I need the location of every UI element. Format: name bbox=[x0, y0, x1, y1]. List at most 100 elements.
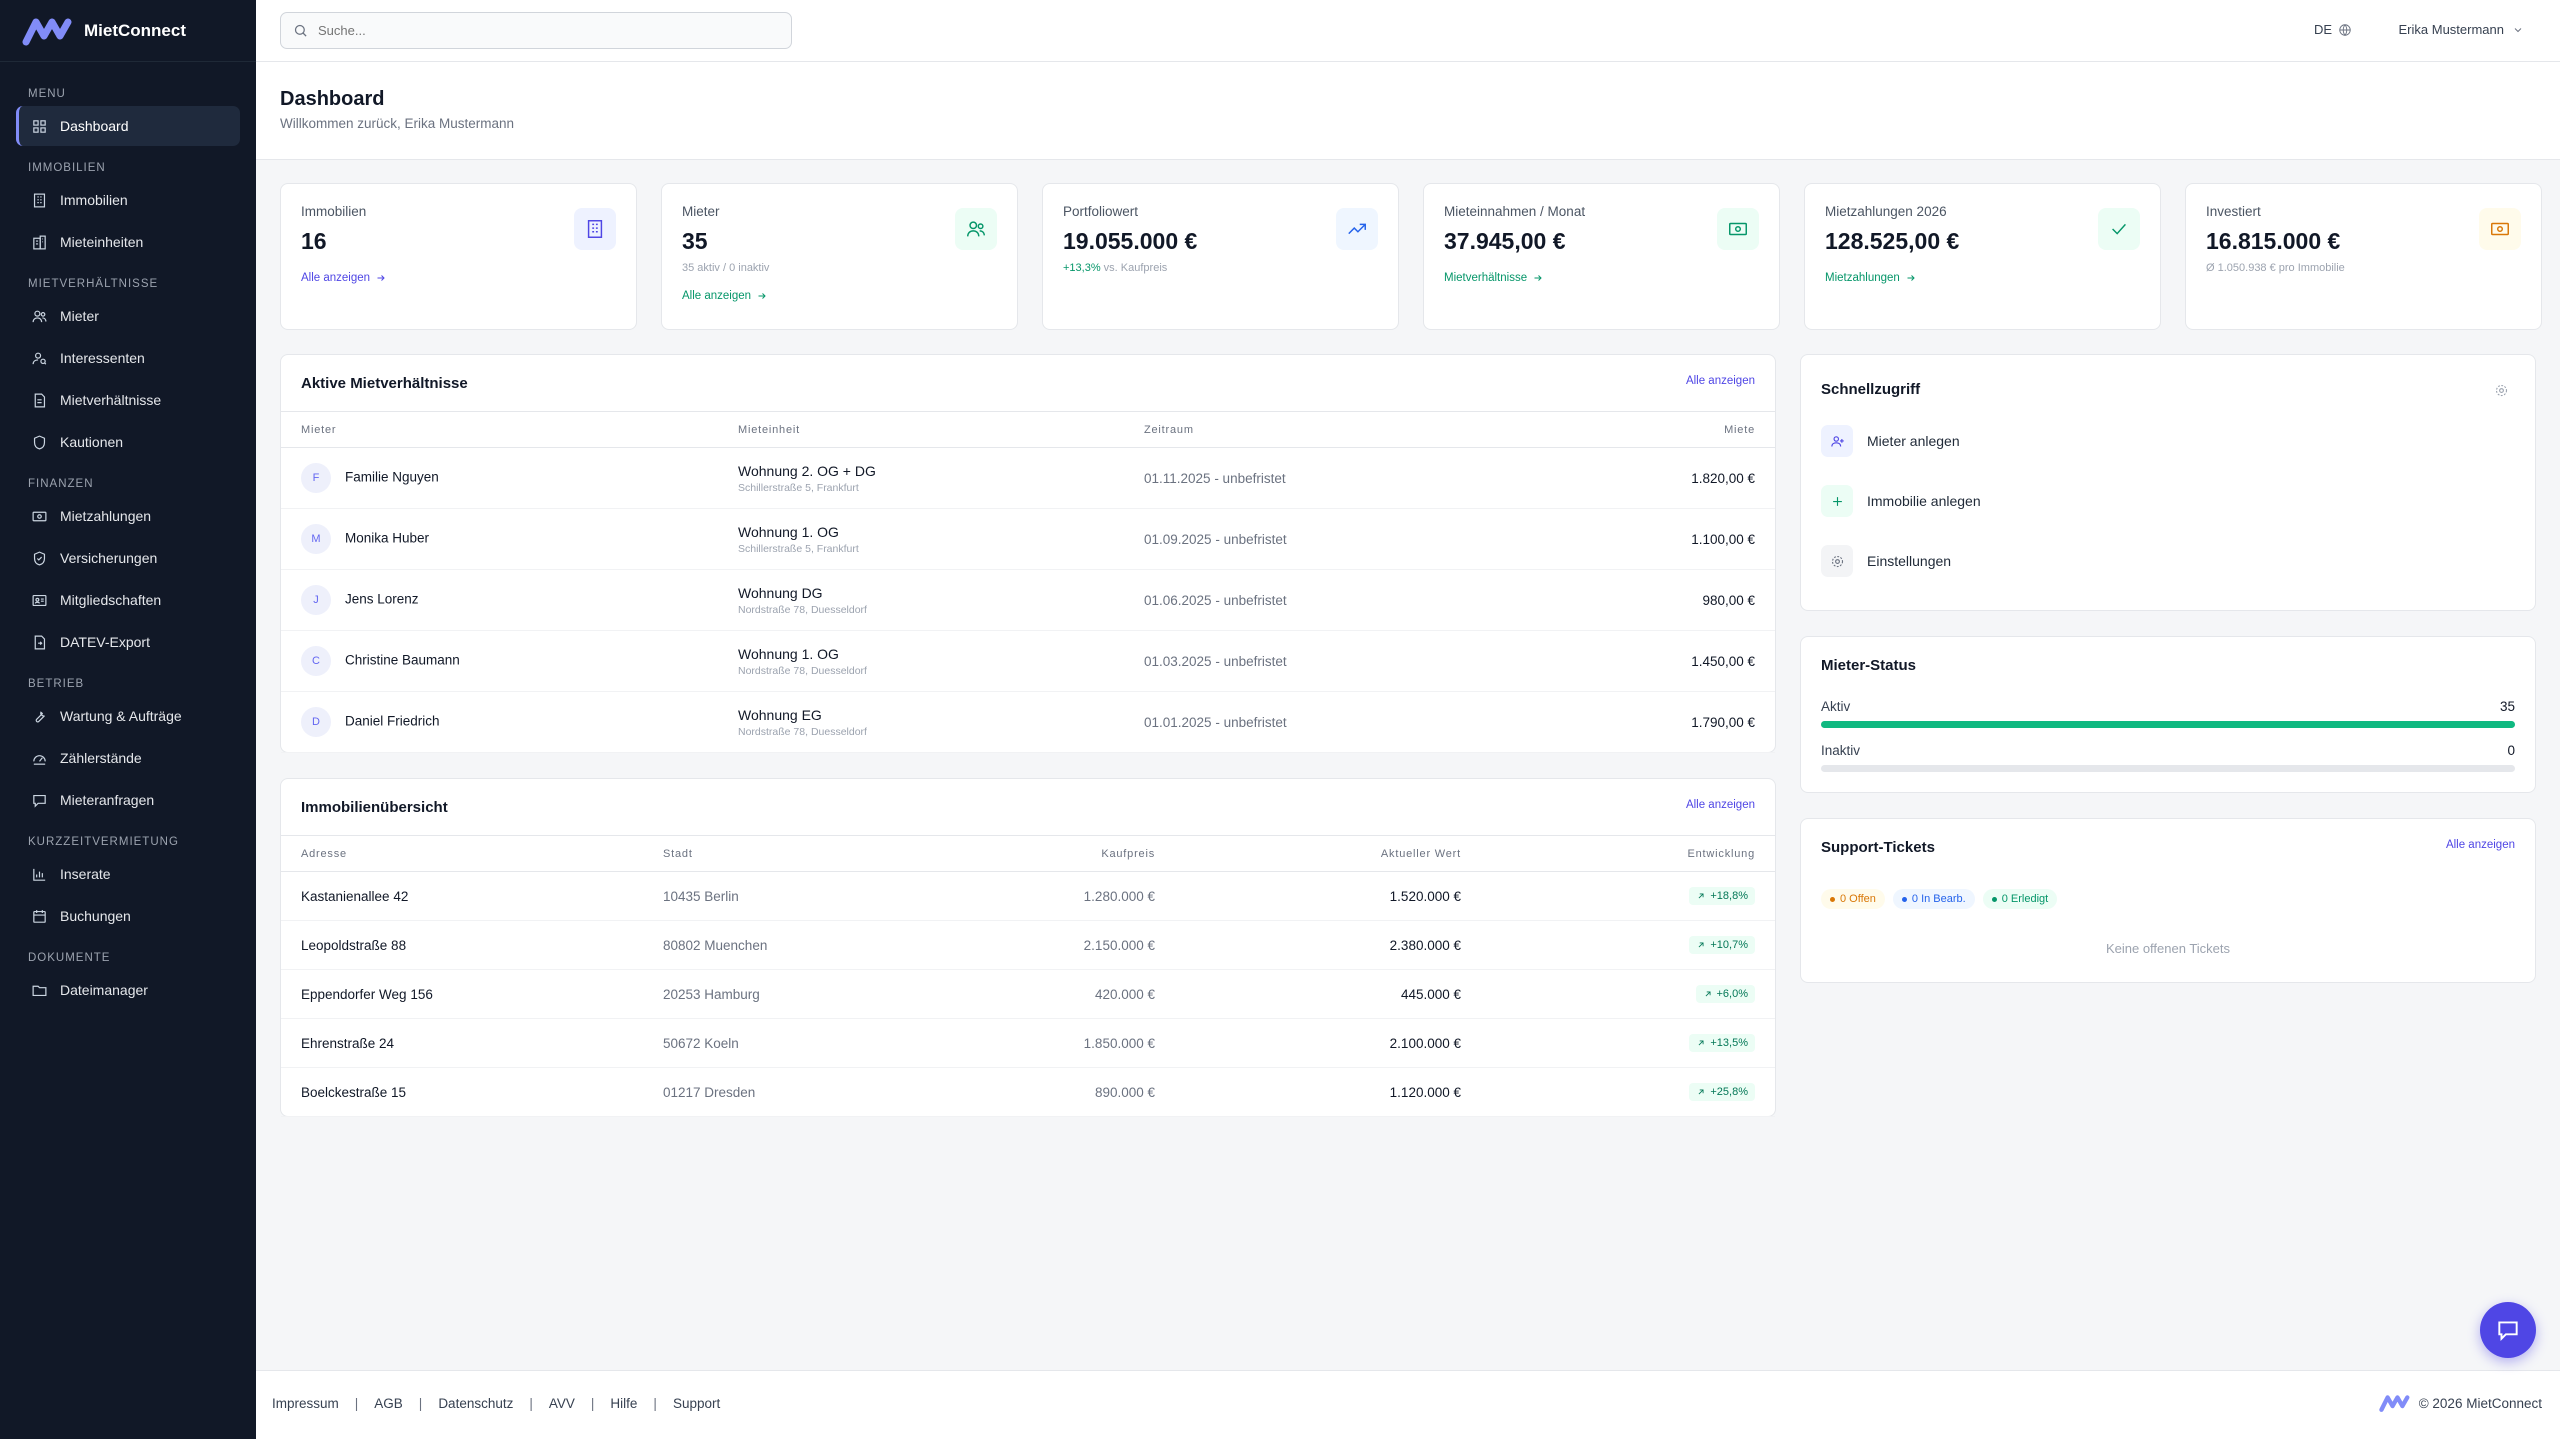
sidebar-item-datev-export[interactable]: DATEV-Export bbox=[16, 622, 240, 662]
kpi-link[interactable]: Mietverhältnisse bbox=[1444, 272, 1544, 284]
search-box[interactable] bbox=[280, 12, 792, 49]
footer-link-support[interactable]: Support bbox=[673, 1396, 720, 1411]
topbar: DE Erika Mustermann bbox=[256, 0, 2560, 62]
sidebar-item-interessenten[interactable]: Interessenten bbox=[16, 338, 240, 378]
table-row[interactable]: Eppendorfer Weg 156 20253 Hamburg 420.000 … bbox=[281, 969, 1775, 1019]
table-row[interactable]: C Christine Baumann Wohnung 1. OG Nordstraß… bbox=[281, 630, 1775, 692]
no-tickets-message: Keine offenen Tickets bbox=[2105, 941, 2231, 956]
table-row[interactable]: Kastanienallee 42 10435 Berlin 1.280.000 €… bbox=[281, 871, 1775, 921]
sidebar-item-immobilien[interactable]: Immobilien bbox=[16, 180, 240, 220]
table-row[interactable]: J Jens Lorenz Wohnung DG Nordstraße 78, Due… bbox=[281, 569, 1775, 631]
search-input[interactable] bbox=[318, 23, 758, 38]
rent-cell: 1.450,00 € bbox=[1474, 630, 1775, 692]
apartment-icon-wrapper bbox=[30, 233, 48, 251]
ticket-badge-0-offen[interactable]: 0 Offen bbox=[1821, 889, 1885, 909]
footer-link-datenschutz[interactable]: Datenschutz bbox=[438, 1396, 513, 1411]
sidebar-item-buchungen[interactable]: Buchungen bbox=[16, 896, 240, 936]
sidebar-item-zaehlerstaende[interactable]: Zählerstände bbox=[16, 738, 240, 778]
column-header-stadt: Stadt bbox=[663, 847, 693, 860]
tenant-name: Jens Lorenz bbox=[345, 591, 419, 607]
column-header-aktueller-wert: Aktueller Wert bbox=[1380, 847, 1461, 860]
ticket-badge-0-in-bearb[interactable]: 0 In Bearb. bbox=[1892, 889, 1975, 909]
chat-button[interactable] bbox=[2480, 1302, 2536, 1358]
arrow-up-right-icon bbox=[1698, 893, 1704, 899]
tenant-status-card: Mieter-Status Aktiv 35 Inaktiv 0 bbox=[1800, 636, 2536, 793]
unit-name: Wohnung EG bbox=[738, 706, 822, 723]
language-code: DE bbox=[2313, 22, 2332, 37]
sidebar-item-wartung-auftraege[interactable]: Wartung & Aufträge bbox=[16, 696, 240, 736]
footer-link-agb[interactable]: AGB bbox=[374, 1396, 403, 1411]
purchase-price-cell: 1.850.000 € bbox=[903, 1018, 1175, 1068]
quick-action-immobilie-anlegen[interactable]: Immobilie anlegen bbox=[1821, 485, 1981, 517]
table-row[interactable]: Ehrenstraße 24 50672 Koeln 1.850.000 €2.10… bbox=[281, 1018, 1775, 1068]
property-overview-card: Immobilienübersicht Alle anzeigen Adress… bbox=[280, 778, 1776, 1117]
unit-cell: Wohnung EG Nordstraße 78, Duesseldorf bbox=[718, 691, 1124, 753]
tenant-cell: F Familie Nguyen bbox=[281, 447, 718, 509]
table-row[interactable]: Boelckestraße 15 01217 Dresden 890.000 €1.… bbox=[281, 1067, 1775, 1117]
purchase-price-cell: 420.000 € bbox=[903, 969, 1175, 1019]
kpi-link-label: Mietverhältnisse bbox=[1444, 272, 1528, 284]
footer-link-hilfe[interactable]: Hilfe bbox=[610, 1396, 637, 1411]
sidebar-item-inserate[interactable]: Inserate bbox=[16, 854, 240, 894]
settings-icon[interactable] bbox=[2494, 383, 2509, 398]
sidebar-section-mietverhaeltnisse: Mietverhältnisse bbox=[28, 278, 159, 290]
sidebar-item-mieter[interactable]: Mieter bbox=[16, 296, 240, 336]
sidebar-item-dateimanager[interactable]: Dateimanager bbox=[16, 970, 240, 1010]
period-cell: 01.01.2025 - unbefristet bbox=[1124, 691, 1474, 753]
banknote-icon bbox=[2491, 222, 2509, 236]
property-overview-title: Immobilienübersicht bbox=[301, 799, 448, 816]
quick-access-title: Schnellzugriff bbox=[1821, 381, 1921, 398]
period-cell: 01.11.2025 - unbefristet bbox=[1124, 447, 1474, 509]
avatar: C bbox=[301, 646, 331, 676]
support-view-all-link[interactable]: Alle anzeigen bbox=[2446, 839, 2515, 851]
message-icon-wrapper bbox=[30, 791, 48, 809]
tenant-cell: J Jens Lorenz bbox=[281, 569, 718, 631]
table-row[interactable]: F Familie Nguyen Wohnung 2. OG + DG Schille… bbox=[281, 447, 1775, 509]
properties-view-all-link[interactable]: Alle anzeigen bbox=[1686, 799, 1755, 811]
unit-cell: Wohnung 1. OG Nordstraße 78, Duesseldorf bbox=[718, 630, 1124, 692]
rent-cell: 1.820,00 € bbox=[1474, 447, 1775, 509]
logo[interactable]: MietConnect bbox=[0, 0, 256, 62]
change-badge: +10,7% bbox=[1689, 936, 1755, 954]
quick-action-mieter-anlegen[interactable]: Mieter anlegen bbox=[1821, 425, 1960, 457]
sidebar-section-finanzen: Finanzen bbox=[28, 478, 94, 490]
footer-link-impressum[interactable]: Impressum bbox=[272, 1396, 339, 1411]
tenancies-view-all-link[interactable]: Alle anzeigen bbox=[1686, 375, 1755, 387]
table-row[interactable]: M Monika Huber Wohnung 1. OG Schillerstraße… bbox=[281, 508, 1775, 570]
sidebar-item-mietzahlungen[interactable]: Mietzahlungen bbox=[16, 496, 240, 536]
ticket-badge-0-erledigt[interactable]: 0 Erledigt bbox=[1982, 889, 2058, 909]
rent-cell: 1.100,00 € bbox=[1474, 508, 1775, 570]
sidebar-item-mieteinheiten[interactable]: Mieteinheiten bbox=[16, 222, 240, 262]
check-icon bbox=[2112, 223, 2126, 235]
sidebar-section-immobilien: Immobilien bbox=[28, 162, 106, 174]
shield-icon bbox=[33, 434, 45, 449]
change-value: +10,7% bbox=[1710, 939, 1748, 951]
address-cell: Leopoldstraße 88 bbox=[281, 920, 643, 970]
kpi-link[interactable]: Alle anzeigen bbox=[682, 290, 768, 302]
footer-separator: | bbox=[653, 1396, 657, 1411]
language-selector[interactable]: DE bbox=[2314, 22, 2352, 37]
sidebar-item-mieteranfragen[interactable]: Mieteranfragen bbox=[16, 780, 240, 820]
quick-action-einstellungen[interactable]: Einstellungen bbox=[1821, 545, 1951, 577]
change-badge: +18,8% bbox=[1689, 887, 1755, 905]
sidebar-item-mitgliedschaften[interactable]: Mitgliedschaften bbox=[16, 580, 240, 620]
footer-link-avv[interactable]: AVV bbox=[549, 1396, 575, 1411]
change-cell: +10,7% bbox=[1481, 920, 1775, 970]
kpi-value: 128.525,00 € bbox=[1825, 228, 1960, 254]
sidebar-item-mietverhaeltnisse[interactable]: Mietverhältnisse bbox=[16, 380, 240, 420]
status-dot bbox=[1830, 896, 1835, 902]
column-header-kaufpreis: Kaufpreis bbox=[1101, 847, 1155, 860]
sidebar-item-kautionen[interactable]: Kautionen bbox=[16, 422, 240, 462]
sidebar-section-kurzzeitvermietung: Kurzzeitvermietung bbox=[28, 836, 179, 848]
table-row[interactable]: Leopoldstraße 88 80802 Muenchen 2.150.000 … bbox=[281, 920, 1775, 970]
sidebar-item-label: Interessenten bbox=[60, 350, 145, 366]
kpi-icon-box bbox=[1336, 208, 1378, 250]
table-row[interactable]: D Daniel Friedrich Wohnung EG Nordstraße 78… bbox=[281, 691, 1775, 753]
calendar-icon-wrapper bbox=[30, 907, 48, 925]
kpi-link[interactable]: Mietzahlungen bbox=[1825, 272, 1917, 284]
unit-address: Nordstraße 78, Duesseldorf bbox=[738, 664, 867, 677]
kpi-link[interactable]: Alle anzeigen bbox=[301, 272, 387, 284]
sidebar-item-versicherungen[interactable]: Versicherungen bbox=[16, 538, 240, 578]
sidebar-item-dashboard[interactable]: Dashboard bbox=[16, 106, 240, 146]
user-menu[interactable]: Erika Mustermann bbox=[2399, 22, 2524, 37]
